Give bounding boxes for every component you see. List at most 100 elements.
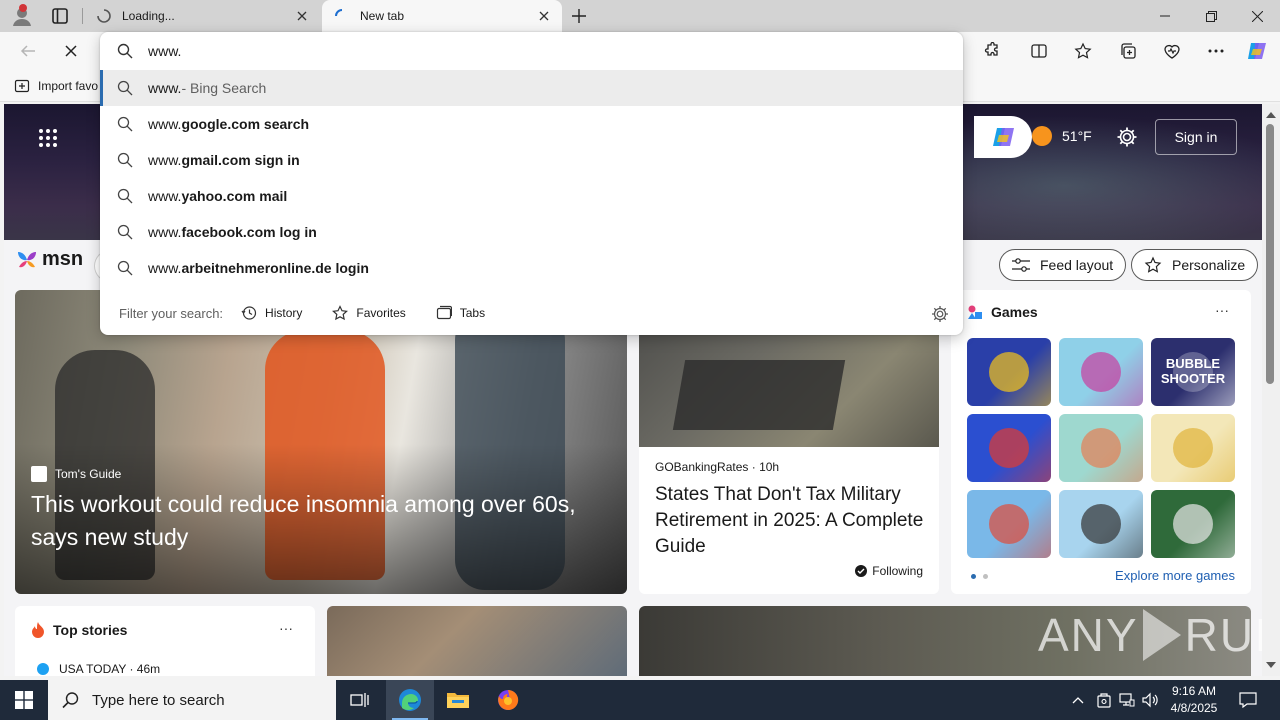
feed-layout-button[interactable]: Feed layout [999,249,1127,281]
watermark-text: ANY [1038,609,1139,661]
game-tile-bubble-shooter[interactable]: BUBBLE SHOOTER [1151,338,1235,406]
browser-essentials-icon[interactable] [1159,38,1185,64]
suggestion-item[interactable]: www. arbeitnehmeronline.de login [100,250,963,286]
file-explorer-icon[interactable] [434,680,482,720]
story-card[interactable] [327,606,627,676]
address-bar-input[interactable] [148,43,928,59]
import-favorites-label: Import favo [38,79,99,93]
filter-tabs-button[interactable]: Tabs [436,305,485,321]
search-icon [117,152,133,168]
search-icon [117,80,133,96]
arrow-left-icon[interactable] [15,38,41,64]
address-bar-dropdown: www. - Bing Searchwww.google.com searchw… [100,32,963,335]
search-filter-row: Filter your search: History Favorites Ta… [100,294,963,332]
star-icon [332,305,349,321]
game-tile-mahjong[interactable] [1151,490,1235,558]
defender-shield-icon[interactable] [1094,680,1114,720]
search-settings-gear-icon[interactable] [931,305,949,323]
close-tab-icon[interactable] [532,4,556,28]
stop-loading-icon[interactable] [58,38,84,64]
suggestion-item[interactable]: www. google.com search [100,106,963,142]
more-options-icon[interactable] [1203,38,1229,64]
tab-loading[interactable]: Loading... [84,0,320,32]
collections-icon[interactable] [1115,38,1141,64]
weather-widget[interactable]: 51°F [1032,126,1092,146]
address-bar[interactable] [100,32,963,70]
msn-logo-text: msn [42,248,84,270]
filter-favorites-label: Favorites [356,306,406,320]
suggestion-typed-text: www. [148,260,182,276]
suggestion-typed-text: www. [148,224,182,240]
taskbar-search-box[interactable]: Type here to search [48,680,336,720]
scrollbar-thumb[interactable] [1266,124,1274,384]
story-headline[interactable]: This workout could reduce insomnia among… [31,488,621,554]
close-window-button[interactable] [1234,0,1280,32]
game-tile-restaurant-rush[interactable] [967,490,1051,558]
task-view-icon[interactable] [336,680,384,720]
extensions-icon[interactable] [978,38,1004,64]
page-settings-gear-icon[interactable] [1116,126,1138,148]
usa-today-logo-icon [37,663,49,675]
game-tile-doge-meme[interactable] [1151,414,1235,482]
edge-icon[interactable] [386,680,434,720]
import-favorites-button[interactable]: Import favo [14,78,98,94]
publisher-name: GOBankingRates [655,460,749,474]
game-tile-makeup-brushes[interactable] [1059,338,1143,406]
split-screen-icon[interactable] [1026,38,1052,64]
tab-strip: Loading... New tab [0,0,1280,32]
top-stories-title: Top stories [53,622,128,638]
suggestion-item[interactable]: www. gmail.com sign in [100,142,963,178]
new-tab-plus-icon[interactable] [568,5,590,27]
copilot-icon [993,128,1014,146]
page-scrollbar[interactable] [1262,104,1280,676]
taskbar-search-placeholder: Type here to search [92,691,225,709]
sign-in-button[interactable]: Sign in [1155,119,1237,155]
suggestion-completion-text: google.com search [181,116,310,132]
app-launcher-icon[interactable] [38,128,58,148]
restore-button[interactable] [1188,0,1234,32]
close-tab-icon[interactable] [290,4,314,28]
copilot-icon[interactable] [1244,38,1270,64]
explore-more-games-link[interactable]: Explore more games [1115,568,1235,583]
story-headline[interactable]: States That Don't Tax Military Retiremen… [655,482,927,560]
favorites-star-icon[interactable] [1070,38,1096,64]
suggestion-item[interactable]: www. facebook.com log in [100,214,963,250]
firefox-icon[interactable] [484,680,532,720]
hero-story-card[interactable]: Tom's Guide This workout could reduce in… [15,290,627,594]
filter-label: Filter your search: [119,305,224,321]
tab-new-tab[interactable]: New tab [322,0,562,32]
show-hidden-icons-chevron-icon[interactable] [1068,680,1088,720]
taskbar-clock[interactable]: 9:16 AM 4/8/2025 [1160,683,1228,717]
check-icon [855,565,868,577]
following-badge[interactable]: Following [855,564,923,578]
games-card: Games ··· BUBBLE SHOOTER Explore more ga… [951,290,1251,594]
suggestion-item[interactable]: www. yahoo.com mail [100,178,963,214]
game-tile-block-puzzle[interactable] [967,414,1051,482]
tab-actions-icon[interactable] [50,6,70,26]
games-more-icon[interactable]: ··· [1215,302,1229,318]
following-label: Following [872,564,923,578]
import-icon [14,79,30,93]
filter-favorites-button[interactable]: Favorites [332,305,406,321]
personalize-button[interactable]: Personalize [1131,249,1259,281]
top-stories-more-icon[interactable]: ··· [279,620,293,636]
game-tile-hospital-sim[interactable] [1059,414,1143,482]
game-tile-jewel-match[interactable] [967,338,1051,406]
personalize-star-icon [1144,256,1162,273]
filter-history-button[interactable]: History [241,305,302,321]
scroll-up-arrow-icon[interactable] [1266,112,1276,118]
flame-icon [32,622,44,638]
suggestion-item[interactable]: www. - Bing Search [100,70,963,106]
game-tile-thief-puzzle[interactable] [1059,490,1143,558]
scroll-down-arrow-icon[interactable] [1266,662,1276,668]
story-card[interactable]: GOBankingRates · 10h States That Don't T… [639,290,939,594]
minimize-button[interactable] [1142,0,1188,32]
msn-logo[interactable]: msn [16,248,83,271]
feed-layout-label: Feed layout [1040,257,1114,273]
story-source: GOBankingRates · 10h [655,460,779,474]
network-icon[interactable] [1116,680,1138,720]
notification-center-icon[interactable] [1234,680,1262,720]
copilot-search-button[interactable] [974,116,1032,158]
volume-icon[interactable] [1140,680,1162,720]
windows-start-icon[interactable] [0,680,48,720]
